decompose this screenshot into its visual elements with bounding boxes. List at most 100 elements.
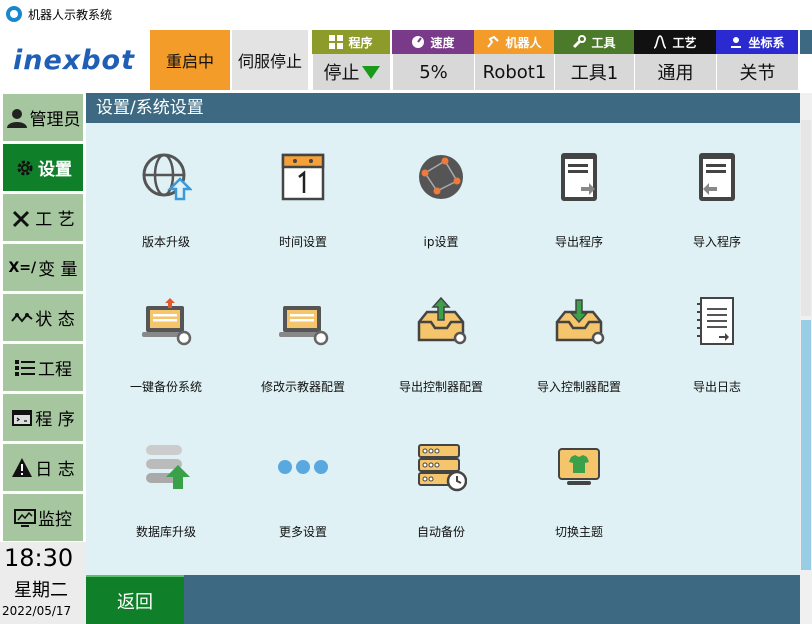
- status-speed-value-box: 5%: [392, 54, 474, 90]
- status-coordinate-header: 坐标系: [716, 30, 798, 54]
- sidebar-item-log[interactable]: 日 志: [3, 444, 83, 491]
- bottom-bar: [86, 575, 800, 624]
- status-speed-value: 5%: [419, 61, 448, 83]
- settings-item-version-upgrade[interactable]: 版本升级: [106, 123, 226, 249]
- settings-item-pendant-config[interactable]: 修改示教器配置: [243, 268, 363, 394]
- sidebar-item-program[interactable]: 程 序: [3, 394, 83, 441]
- status-coordinate[interactable]: 坐标系 关节: [716, 30, 798, 90]
- settings-item-label: 一键备份系统: [129, 380, 202, 394]
- status-coordinate-value: 关节: [739, 63, 776, 84]
- wave-icon: [11, 307, 33, 329]
- scrollbar-upper-track[interactable]: [801, 120, 811, 316]
- app-window: 机器人示教系统 inexbot 重启中 伺服停止 程序 停止 速度 5% 机器人…: [0, 0, 812, 624]
- logo: inexbot: [0, 28, 148, 92]
- calendar-icon: [281, 153, 325, 201]
- sidebar-item-variable[interactable]: X=/ 变 量: [3, 244, 83, 291]
- globe-upgrade-icon: [142, 153, 192, 201]
- status-robot[interactable]: 机器人 Robot1: [474, 30, 554, 90]
- status-tool-header: 工具: [554, 30, 634, 54]
- settings-item-label: ip设置: [423, 235, 459, 249]
- code-icon: [11, 407, 33, 429]
- status-process-value: 通用: [657, 63, 694, 84]
- gauge-icon: [412, 36, 425, 48]
- log-notebook-icon: [697, 297, 734, 345]
- windows-icon: [329, 35, 344, 49]
- clock-panel: 18:30 星期二 2022/05/17: [0, 542, 86, 624]
- sidebar-item-label: 监控: [38, 510, 72, 530]
- settings-item-label: 自动备份: [416, 525, 465, 539]
- settings-item-import-program[interactable]: 导入程序: [657, 123, 777, 249]
- settings-item-label: 切换主题: [554, 525, 603, 539]
- settings-item-label: 版本升级: [141, 235, 190, 249]
- settings-item-export-log[interactable]: 导出日志: [657, 268, 777, 394]
- sidebar-item-settings[interactable]: 设置: [3, 144, 83, 191]
- servo-button[interactable]: 伺服停止: [232, 30, 308, 90]
- sidebar-item-admin[interactable]: 管理员: [3, 94, 83, 141]
- clock-date: 2022/05/17: [2, 604, 72, 618]
- settings-item-label: 导入程序: [692, 235, 741, 249]
- settings-item-switch-theme[interactable]: 切换主题: [519, 413, 639, 539]
- status-process-label: 工艺: [672, 35, 697, 50]
- sidebar-item-process[interactable]: 工 艺: [3, 194, 83, 241]
- stop-triangle-icon: [361, 65, 380, 79]
- status-coordinate-value-box: 关节: [716, 54, 798, 90]
- settings-item-ip[interactable]: ip设置: [381, 123, 501, 249]
- more-dots-icon: [278, 460, 328, 474]
- status-program[interactable]: 程序 停止: [312, 30, 390, 90]
- status-tool[interactable]: 工具 工具1: [554, 30, 634, 90]
- settings-item-label: 导出程序: [554, 235, 603, 249]
- status-robot-value-box: Robot1: [474, 54, 554, 90]
- settings-item-import-controller[interactable]: 导入控制器配置: [519, 268, 639, 394]
- wrench-icon: [573, 35, 587, 49]
- sidebar-item-project[interactable]: 工程: [3, 344, 83, 391]
- settings-item-time[interactable]: 时间设置: [243, 123, 363, 249]
- export-program-icon: [561, 153, 597, 201]
- sidebar-item-label: 管理员: [29, 110, 81, 130]
- user-icon: [6, 107, 28, 129]
- sidebar-item-label: 日 志: [35, 460, 75, 480]
- sidebar-item-label: 设置: [38, 160, 72, 180]
- database-upgrade-icon: [146, 445, 190, 489]
- status-program-label: 程序: [348, 35, 373, 50]
- restart-button[interactable]: 重启中: [150, 30, 230, 90]
- status-tool-value-box: 工具1: [554, 54, 634, 90]
- settings-item-auto-backup[interactable]: 自动备份: [381, 413, 501, 539]
- status-program-header: 程序: [312, 30, 390, 54]
- status-process-header: 工艺: [634, 30, 716, 54]
- settings-item-database-upgrade[interactable]: 数据库升级: [106, 413, 226, 539]
- breadcrumb: 设置/系统设置: [86, 93, 800, 123]
- status-process[interactable]: 工艺 通用: [634, 30, 716, 90]
- sidebar-item-label: 状 态: [35, 310, 75, 330]
- network-globe-icon: [419, 155, 463, 199]
- status-speed-header: 速度: [392, 30, 474, 54]
- clock-weekday: 星期二: [14, 580, 68, 601]
- clock-time: 18:30: [4, 544, 74, 572]
- settings-item-more[interactable]: 更多设置: [243, 413, 363, 539]
- server-clock-icon: [418, 444, 467, 492]
- back-button[interactable]: 返回: [86, 575, 184, 624]
- app-icon: [6, 6, 22, 22]
- settings-item-one-key-backup[interactable]: 一键备份系统: [106, 268, 226, 394]
- status-speed-label: 速度: [430, 35, 455, 50]
- settings-item-label: 数据库升级: [135, 525, 196, 539]
- laptop-backup-icon: [142, 298, 192, 346]
- title-bar: 机器人示教系统: [0, 0, 812, 28]
- settings-item-export-controller[interactable]: 导出控制器配置: [381, 268, 501, 394]
- sidebar-item-monitor[interactable]: 监控: [3, 494, 83, 541]
- import-program-icon: [699, 153, 735, 201]
- sidebar-item-label: 工 艺: [35, 210, 75, 230]
- status-tool-label: 工具: [591, 35, 616, 50]
- status-speed[interactable]: 速度 5%: [392, 30, 474, 90]
- sidebar-item-status[interactable]: 状 态: [3, 294, 83, 341]
- status-robot-value: Robot1: [482, 61, 547, 83]
- scrollbar-thumb[interactable]: [801, 320, 811, 570]
- status-coordinate-label: 坐标系: [748, 35, 785, 50]
- settings-item-label: 导出控制器配置: [398, 380, 483, 394]
- window-title: 机器人示教系统: [28, 7, 113, 22]
- header-edge-strip: [800, 30, 812, 54]
- theme-icon: [558, 448, 600, 485]
- settings-item-export-program[interactable]: 导出程序: [519, 123, 639, 249]
- warning-icon: [11, 457, 33, 479]
- settings-item-label: 导入控制器配置: [536, 380, 621, 394]
- settings-item-label: 时间设置: [278, 235, 327, 249]
